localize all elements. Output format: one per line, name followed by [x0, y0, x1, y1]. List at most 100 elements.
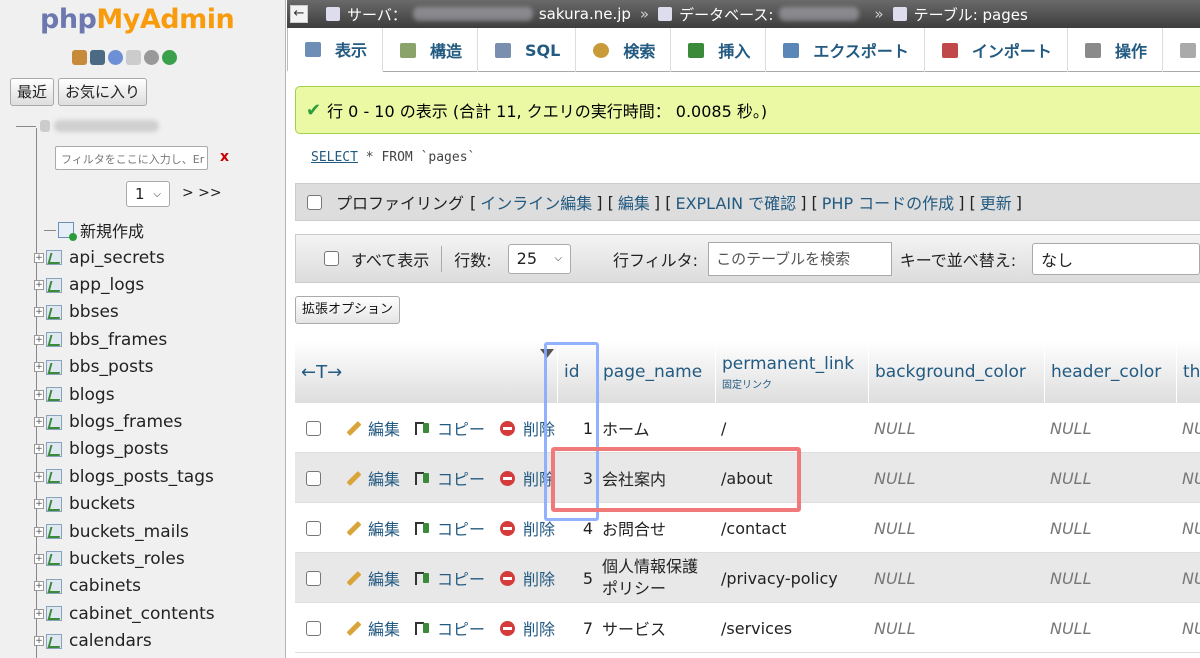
table-name[interactable]: blogs	[69, 385, 115, 405]
table-name[interactable]: buckets_mails	[69, 522, 189, 542]
table-name[interactable]: blogs_posts	[69, 439, 169, 459]
table-item[interactable]: + cabinet_contents	[34, 600, 215, 627]
cell-next[interactable]: NU	[1182, 453, 1200, 503]
phpmyadmin-logo[interactable]: phpMyAdmin	[40, 4, 235, 35]
expand-icon[interactable]: +	[34, 581, 44, 592]
table-page-select[interactable]: 1 ⌵	[126, 181, 170, 207]
cell-permanent-link[interactable]: /services	[721, 603, 792, 653]
back-arrow-icon[interactable]: ←	[290, 5, 308, 23]
table-item[interactable]: + blogs_posts	[34, 436, 215, 463]
table-name[interactable]: bbs_posts	[69, 357, 154, 377]
inline-edit-link[interactable]: インライン編集	[480, 190, 592, 214]
favorites-button[interactable]: お気に入り	[58, 78, 148, 106]
cell-page-name[interactable]: ホーム	[602, 403, 650, 453]
table-name[interactable]: calendars	[69, 631, 152, 651]
row-checkbox[interactable]	[306, 420, 321, 436]
edit-row-link[interactable]: 編集	[346, 553, 400, 603]
expand-icon[interactable]: +	[34, 334, 44, 345]
column-next[interactable]: th	[1176, 341, 1200, 403]
row-checkbox[interactable]	[306, 520, 321, 536]
recent-button[interactable]: 最近	[10, 78, 55, 106]
cell-next[interactable]: NU	[1182, 403, 1200, 453]
gear-icon[interactable]	[144, 50, 159, 65]
cell-header-color[interactable]: NULL	[1050, 503, 1092, 553]
delete-row-link[interactable]: 削除	[500, 453, 555, 503]
table-name[interactable]: app_logs	[69, 275, 144, 295]
cell-header-color[interactable]: NULL	[1050, 403, 1092, 453]
tab-triggers[interactable]: トリ	[1163, 28, 1200, 72]
cell-id[interactable]: 4	[557, 503, 593, 553]
table-filter-input[interactable]: フィルタをここに入力し、Er	[55, 146, 208, 170]
column-page-name[interactable]: page_name	[596, 341, 715, 403]
copy-row-link[interactable]: コピー	[415, 453, 485, 503]
rows-select[interactable]: 25 ⌵	[507, 243, 571, 274]
cell-background-color[interactable]: NULL	[874, 503, 916, 553]
column-header-color[interactable]: header_color	[1044, 341, 1176, 403]
column-arrows[interactable]: ←T→	[295, 341, 547, 403]
sort-triangle-icon[interactable]	[540, 349, 554, 358]
delete-row-link[interactable]: 削除	[500, 403, 555, 453]
cell-id[interactable]: 1	[557, 403, 593, 453]
column-permanent-link[interactable]: permanent_link 固定リンク	[715, 341, 868, 403]
cell-header-color[interactable]: NULL	[1050, 553, 1092, 603]
expand-icon[interactable]: +	[34, 280, 44, 291]
tab-browse[interactable]: 表示	[287, 28, 384, 72]
delete-row-link[interactable]: 削除	[500, 603, 555, 653]
help-icon[interactable]	[108, 50, 123, 65]
cell-next[interactable]: NU	[1182, 503, 1200, 553]
copy-row-link[interactable]: コピー	[415, 603, 485, 653]
tab-sql[interactable]: SQL	[478, 28, 577, 72]
table-item[interactable]: + buckets	[34, 491, 215, 518]
home-icon[interactable]	[72, 50, 87, 65]
filter-clear-button[interactable]: x	[220, 149, 229, 165]
table-item[interactable]: + bbs_frames	[34, 326, 215, 353]
table-name[interactable]: cabinets	[69, 576, 141, 596]
database-node[interactable]	[16, 120, 159, 132]
cell-page-name[interactable]: 個人情報保護 ポリシー	[602, 553, 698, 603]
tab-insert[interactable]: 挿入	[671, 28, 767, 72]
php-code-link[interactable]: PHP コードの作成	[822, 190, 954, 214]
cell-background-color[interactable]: NULL	[874, 453, 916, 503]
table-item[interactable]: + api_secrets	[34, 244, 215, 271]
cell-permanent-link[interactable]: /privacy-policy	[721, 553, 838, 603]
table-item[interactable]: + blogs_frames	[34, 408, 215, 435]
cell-next[interactable]: NU	[1182, 603, 1200, 653]
table-name[interactable]: bbses	[69, 302, 119, 322]
profiling-checkbox[interactable]	[307, 194, 322, 210]
table-label[interactable]: テーブル: pages	[914, 4, 1028, 25]
server-label[interactable]: サーバ：	[347, 4, 407, 25]
copy-row-link[interactable]: コピー	[415, 553, 485, 603]
cell-permanent-link[interactable]: /	[721, 403, 726, 453]
tab-search[interactable]: 検索	[576, 28, 672, 72]
edit-row-link[interactable]: 編集	[346, 403, 400, 453]
copy-row-link[interactable]: コピー	[415, 403, 485, 453]
expand-icon[interactable]: +	[34, 526, 44, 537]
cell-header-color[interactable]: NULL	[1050, 453, 1092, 503]
tab-operations[interactable]: 操作	[1068, 28, 1163, 72]
expand-icon[interactable]: +	[34, 636, 44, 647]
explain-link[interactable]: EXPLAIN で確認	[675, 190, 796, 214]
next-page-link[interactable]: > >>	[182, 185, 222, 201]
cell-page-name[interactable]: 会社案内	[602, 453, 666, 503]
row-filter-input[interactable]: このテーブルを検索	[708, 241, 892, 276]
cell-permanent-link[interactable]: /about	[721, 453, 773, 503]
table-item[interactable]: + app_logs	[34, 271, 215, 298]
cell-background-color[interactable]: NULL	[874, 553, 916, 603]
row-checkbox[interactable]	[306, 570, 321, 586]
edit-row-link[interactable]: 編集	[346, 603, 400, 653]
column-background-color[interactable]: background_color	[868, 341, 1044, 403]
table-item[interactable]: + buckets_roles	[34, 545, 215, 572]
table-name[interactable]: bbs_frames	[69, 330, 167, 350]
row-checkbox[interactable]	[306, 470, 321, 486]
show-all-checkbox[interactable]	[324, 251, 339, 266]
cell-page-name[interactable]: お問合せ	[602, 503, 666, 553]
table-item[interactable]: + cabinets	[34, 573, 215, 600]
cell-header-color[interactable]: NULL	[1050, 603, 1092, 653]
cell-id[interactable]: 5	[557, 553, 593, 603]
expand-icon[interactable]: +	[34, 608, 44, 619]
edit-row-link[interactable]: 編集	[346, 453, 400, 503]
table-name[interactable]: buckets_roles	[69, 549, 185, 569]
row-checkbox[interactable]	[306, 620, 321, 636]
table-item[interactable]: + buckets_mails	[34, 518, 215, 545]
table-name[interactable]: cabinet_contents	[69, 604, 215, 624]
